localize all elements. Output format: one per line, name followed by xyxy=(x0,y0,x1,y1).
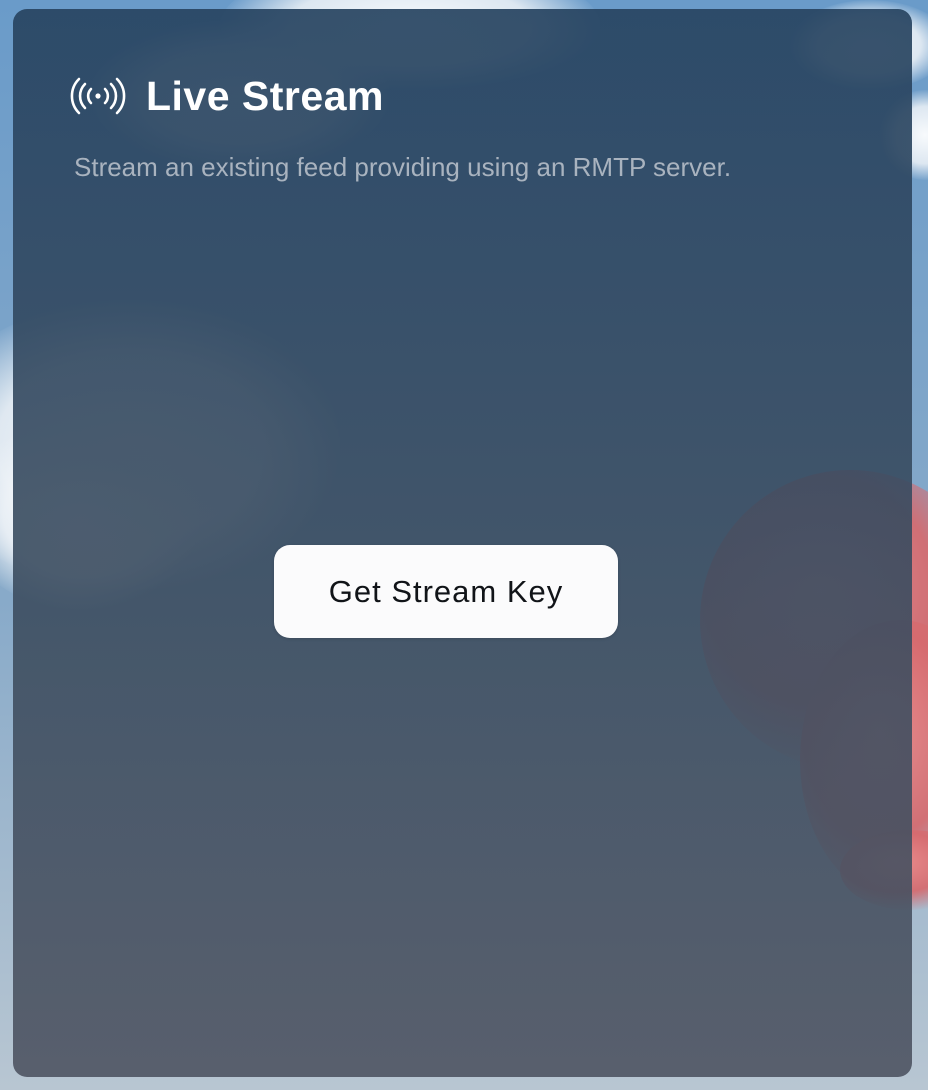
live-stream-card: Live Stream Stream an existing feed prov… xyxy=(13,9,912,1077)
broadcast-signal-icon xyxy=(70,76,126,116)
card-subtitle: Stream an existing feed providing using … xyxy=(74,152,732,182)
get-stream-key-button[interactable]: Get Stream Key xyxy=(274,545,618,638)
card-header: Live Stream xyxy=(70,72,384,120)
card-title: Live Stream xyxy=(146,73,384,119)
